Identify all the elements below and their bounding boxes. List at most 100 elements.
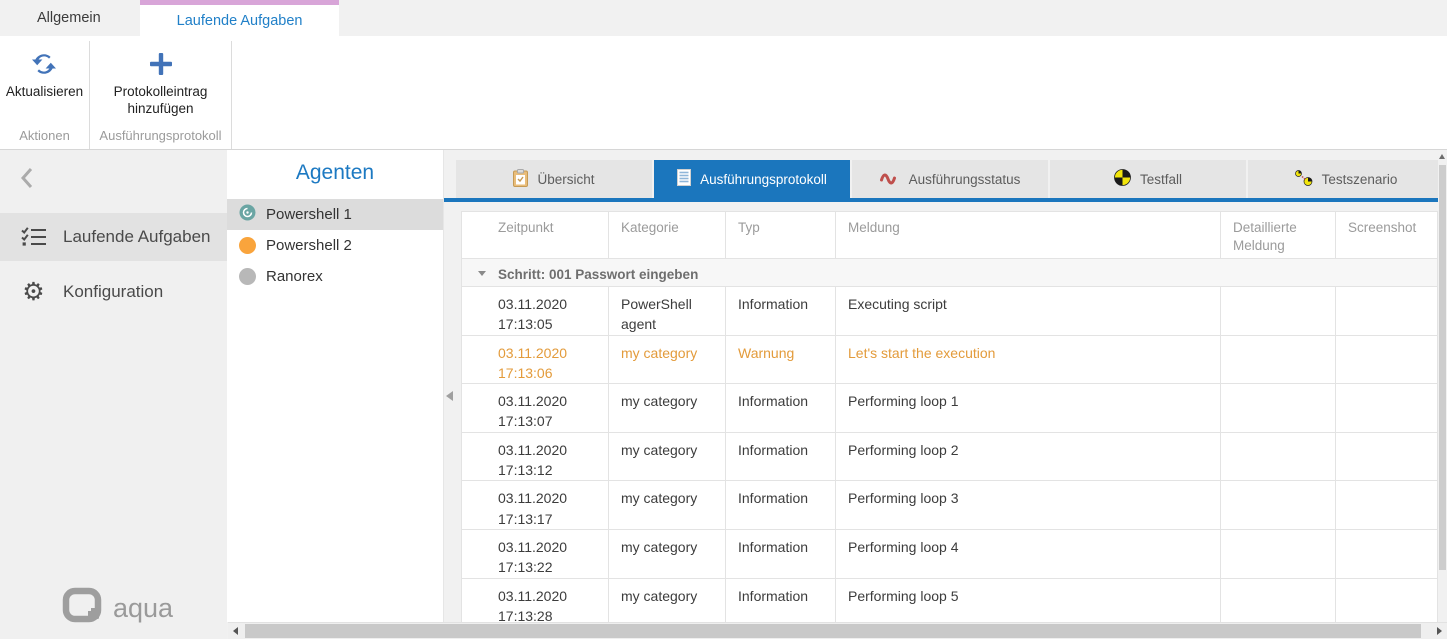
ribbon-body: Aktualisieren Aktionen xyxy=(0,36,1447,149)
cell-time: 17:13:05 xyxy=(498,316,553,332)
add-log-entry-button[interactable]: Protokolleintrag hinzufügen xyxy=(95,41,227,118)
cell-screenshot xyxy=(1336,384,1438,433)
cell-detailed-message xyxy=(1221,432,1336,481)
cell-screenshot xyxy=(1336,432,1438,481)
table-row[interactable]: 03.11.202017:13:05 PowerShell agent Info… xyxy=(462,287,1438,336)
table-row[interactable]: 03.11.202017:13:06 my category Warnung L… xyxy=(462,335,1438,384)
table-row[interactable]: 03.11.202017:13:17 my category Informati… xyxy=(462,481,1438,530)
sidebar-item-konfiguration[interactable]: ⚙ Konfiguration xyxy=(0,268,227,316)
sidebar-nav: Laufende Aufgaben ⚙ Konfiguration xyxy=(0,213,227,316)
horizontal-scrollbar[interactable] xyxy=(228,622,1447,639)
clipboard-icon xyxy=(513,169,528,190)
agent-item-powershell-1[interactable]: Powershell 1 xyxy=(227,199,443,230)
cell-category: my category xyxy=(609,384,726,433)
vertical-scrollbar-thumb[interactable] xyxy=(1439,165,1446,570)
agent-running-status-icon xyxy=(239,204,256,225)
add-log-entry-button-label: Protokolleintrag hinzufügen xyxy=(95,84,227,118)
cell-message: Performing loop 2 xyxy=(836,432,1221,481)
cell-time: 17:13:07 xyxy=(498,413,553,429)
agent-item-label: Ranorex xyxy=(266,268,323,285)
ribbon-tab-bar: Allgemein Laufende Aufgaben xyxy=(0,0,1447,36)
plus-icon xyxy=(148,49,174,79)
cell-type: Warnung xyxy=(726,335,836,384)
cell-date: 03.11.2020 xyxy=(498,490,567,506)
content-area: Übersicht Ausführungsprotokoll xyxy=(444,150,1447,622)
cell-date: 03.11.2020 xyxy=(498,588,567,604)
content-tab-bar: Übersicht Ausführungsprotokoll xyxy=(456,160,1444,198)
vertical-scrollbar[interactable] xyxy=(1438,150,1447,622)
column-header-zeitpunkt[interactable]: Zeitpunkt xyxy=(462,212,609,259)
agent-idle-status-icon xyxy=(239,237,256,254)
cell-detailed-message xyxy=(1221,481,1336,530)
ribbon-group-aktionen: Aktualisieren Aktionen xyxy=(0,41,90,149)
scroll-left-arrow-icon[interactable] xyxy=(233,627,238,635)
agent-offline-status-icon xyxy=(239,268,256,285)
cell-category: my category xyxy=(609,432,726,481)
cell-type: Information xyxy=(726,481,836,530)
tab-uebersicht[interactable]: Übersicht xyxy=(456,160,652,198)
table-row[interactable]: 03.11.202017:13:22 my category Informati… xyxy=(462,529,1438,578)
cell-category: my category xyxy=(609,481,726,530)
cell-type: Information xyxy=(726,529,836,578)
cell-detailed-message xyxy=(1221,335,1336,384)
cell-message: Executing script xyxy=(836,287,1221,336)
pulse-icon xyxy=(880,171,900,188)
cell-message: Performing loop 4 xyxy=(836,529,1221,578)
tab-label: Testfall xyxy=(1140,172,1182,187)
sidebar-item-label: Konfiguration xyxy=(63,282,163,302)
agents-panel: Agenten Powershell 1 Powershell 2 Ranore… xyxy=(227,150,444,622)
cell-date: 03.11.2020 xyxy=(498,393,567,409)
tab-ausfuehrungsstatus[interactable]: Ausführungsstatus xyxy=(852,160,1048,198)
agent-item-powershell-2[interactable]: Powershell 2 xyxy=(227,230,443,261)
sidebar-item-laufende-aufgaben[interactable]: Laufende Aufgaben xyxy=(0,213,227,261)
cell-category: my category xyxy=(609,335,726,384)
app-window: Allgemein Laufende Aufgaben Aktualisiere… xyxy=(0,0,1447,639)
aqua-logo-text: aqua xyxy=(113,593,173,624)
column-header-screenshot[interactable]: Screenshot xyxy=(1336,212,1438,259)
column-header-kategorie[interactable]: Kategorie xyxy=(609,212,726,259)
aqua-logo: aqua xyxy=(62,587,173,630)
test-marker-icon xyxy=(1114,169,1131,189)
horizontal-scrollbar-thumb[interactable] xyxy=(245,624,1421,638)
table-group-row[interactable]: Schritt: 001 Passwort eingeben xyxy=(462,259,1438,287)
ribbon-tab-allgemein[interactable]: Allgemein xyxy=(10,0,128,36)
group-row-label: Schritt: 001 Passwort eingeben xyxy=(498,267,698,282)
sidebar-item-label: Laufende Aufgaben xyxy=(63,227,210,247)
table-header-row: Zeitpunkt Kategorie Typ Meldung Detailli… xyxy=(462,212,1438,259)
table-row[interactable]: 03.11.202017:13:07 my category Informati… xyxy=(462,384,1438,433)
panel-collapse-arrow[interactable] xyxy=(446,391,453,401)
cell-time: 17:13:22 xyxy=(498,559,553,575)
cell-detailed-message xyxy=(1221,384,1336,433)
column-header-meldung[interactable]: Meldung xyxy=(836,212,1221,259)
tab-testfall[interactable]: Testfall xyxy=(1050,160,1246,198)
cell-type: Information xyxy=(726,287,836,336)
refresh-icon xyxy=(29,49,59,79)
table-row[interactable]: 03.11.202017:13:12 my category Informati… xyxy=(462,432,1438,481)
agent-item-label: Powershell 2 xyxy=(266,237,352,254)
tab-testszenario[interactable]: Testszenario xyxy=(1248,160,1444,198)
cell-category: my category xyxy=(609,529,726,578)
scroll-right-arrow-icon[interactable] xyxy=(1437,627,1442,635)
column-header-typ[interactable]: Typ xyxy=(726,212,836,259)
agents-panel-title: Agenten xyxy=(227,150,443,199)
tab-label: Übersicht xyxy=(537,172,594,187)
cell-message: Performing loop 3 xyxy=(836,481,1221,530)
tab-ausfuehrungsprotokoll[interactable]: Ausführungsprotokoll xyxy=(654,160,850,198)
column-header-detaillierte-meldung[interactable]: Detaillierte Meldung xyxy=(1221,212,1336,259)
chevron-left-icon xyxy=(18,177,36,194)
cell-category: my category xyxy=(609,578,726,627)
cell-date: 03.11.2020 xyxy=(498,442,567,458)
ribbon-tab-laufende-aufgaben[interactable]: Laufende Aufgaben xyxy=(140,0,340,36)
aqua-logo-icon xyxy=(62,587,104,630)
back-button[interactable] xyxy=(18,166,40,190)
refresh-button[interactable]: Aktualisieren xyxy=(6,41,83,101)
scenario-icon xyxy=(1295,170,1313,189)
collapse-arrow-icon[interactable] xyxy=(478,271,486,276)
scroll-up-arrow-icon[interactable] xyxy=(1439,154,1445,159)
table-row[interactable]: 03.11.202017:13:28 my category Informati… xyxy=(462,578,1438,627)
cell-type: Information xyxy=(726,432,836,481)
cell-message: Performing loop 1 xyxy=(836,384,1221,433)
agent-item-ranorex[interactable]: Ranorex xyxy=(227,261,443,292)
document-icon xyxy=(677,169,691,189)
cell-screenshot xyxy=(1336,529,1438,578)
